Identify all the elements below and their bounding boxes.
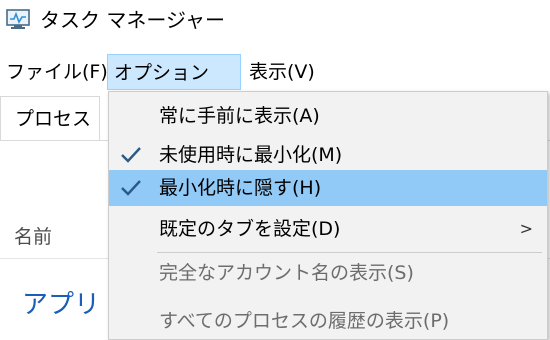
column-header-name[interactable]: 名前 [14, 222, 52, 249]
menu-item-show-process-history: すべてのプロセスの履歴の表示(P) [109, 303, 547, 339]
tab-processes[interactable]: プロセス [0, 96, 100, 140]
check-icon [121, 180, 141, 196]
menu-item-always-on-top[interactable]: 常に手前に表示(A) [109, 98, 547, 134]
menu-item-set-default-tab[interactable]: 既定のタブを設定(D) > [109, 211, 547, 247]
menu-file[interactable]: ファイル(F) [0, 54, 114, 90]
group-header-apps[interactable]: アプリ ( [22, 284, 118, 321]
check-icon [121, 147, 141, 163]
menu-item-label: 最小化時に隠す(H) [159, 177, 322, 199]
menu-separator [157, 252, 542, 253]
task-manager-app-icon [6, 9, 30, 29]
menu-item-minimize-on-use[interactable]: 未使用時に最小化(M) [109, 137, 547, 173]
menu-view[interactable]: 表示(V) [243, 54, 321, 90]
window-title: タスク マネージャー [40, 8, 225, 32]
menu-item-label: 既定のタブを設定(D) [159, 218, 341, 240]
menu-item-label: すべてのプロセスの履歴の表示(P) [159, 310, 450, 332]
menu-item-label: 常に手前に表示(A) [159, 105, 320, 127]
menu-item-label: 完全なアカウント名の表示(S) [159, 262, 414, 284]
menu-options[interactable]: オプション(O) [107, 54, 241, 120]
title-bar: タスク マネージャー [0, 0, 550, 44]
options-dropdown-menu: 常に手前に表示(A) 未使用時に最小化(M) 最小化時に隠す(H) 既定のタブを… [108, 91, 548, 340]
menu-bar: ファイル(F) オプション(O) 表示(V) [0, 52, 550, 120]
menu-item-hide-when-minimized[interactable]: 最小化時に隠す(H) [109, 170, 547, 206]
submenu-arrow-icon: > [519, 219, 533, 238]
menu-item-label: 未使用時に最小化(M) [159, 144, 343, 166]
menu-item-show-full-account-name: 完全なアカウント名の表示(S) [109, 255, 547, 291]
